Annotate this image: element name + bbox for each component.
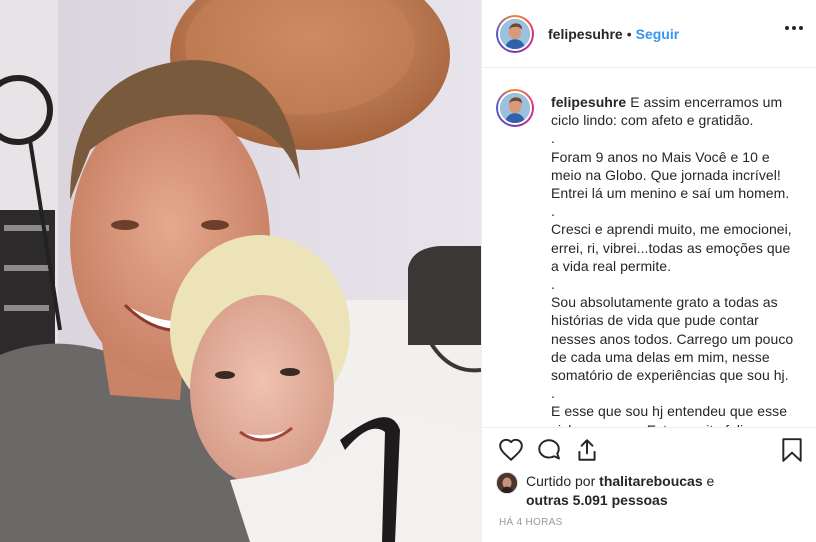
caption-body: E assim encerramos um ciclo lindo: com a… (551, 94, 794, 427)
likes-prefix: Curtido por (526, 473, 600, 489)
likes-count-link[interactable]: outras 5.091 pessoas (526, 492, 668, 508)
divider (482, 427, 816, 428)
bookmark-icon[interactable] (780, 437, 808, 465)
follow-button[interactable]: Seguir (636, 26, 680, 42)
likes-summary: Curtido por thalitareboucas e outras 5.0… (496, 472, 796, 510)
avatar-image (500, 93, 530, 123)
liker-avatar[interactable] (496, 472, 518, 494)
more-options-icon[interactable] (785, 26, 803, 30)
likes-middle: e (702, 473, 715, 489)
heart-icon[interactable] (498, 437, 526, 465)
avatar-image (500, 18, 530, 49)
post-header: felipesuhre • Seguir (482, 0, 816, 68)
likes-text: Curtido por thalitareboucas e outras 5.0… (526, 472, 714, 510)
comments-area[interactable]: felipesuhre E assim encerramos um ciclo … (482, 69, 816, 427)
selfie-image (0, 0, 481, 542)
separator-dot: • (626, 25, 632, 42)
action-bar (498, 437, 803, 467)
post-timestamp[interactable]: HÁ 4 HORAS (499, 517, 563, 528)
post-sidebar: felipesuhre • Seguir felipesuhre E assim… (481, 0, 816, 542)
liker-username[interactable]: thalitareboucas (599, 473, 702, 489)
comment-icon[interactable] (536, 437, 564, 465)
avatar-image (497, 473, 517, 493)
post-photo[interactable] (0, 0, 481, 542)
share-icon[interactable] (574, 437, 602, 465)
author-avatar[interactable] (496, 14, 534, 53)
caption-username[interactable]: felipesuhre (551, 94, 626, 110)
caption-author-avatar[interactable] (496, 89, 534, 127)
caption-row: felipesuhre E assim encerramos um ciclo … (496, 89, 816, 427)
author-username[interactable]: felipesuhre (548, 26, 623, 42)
caption-text: felipesuhre E assim encerramos um ciclo … (551, 93, 801, 427)
